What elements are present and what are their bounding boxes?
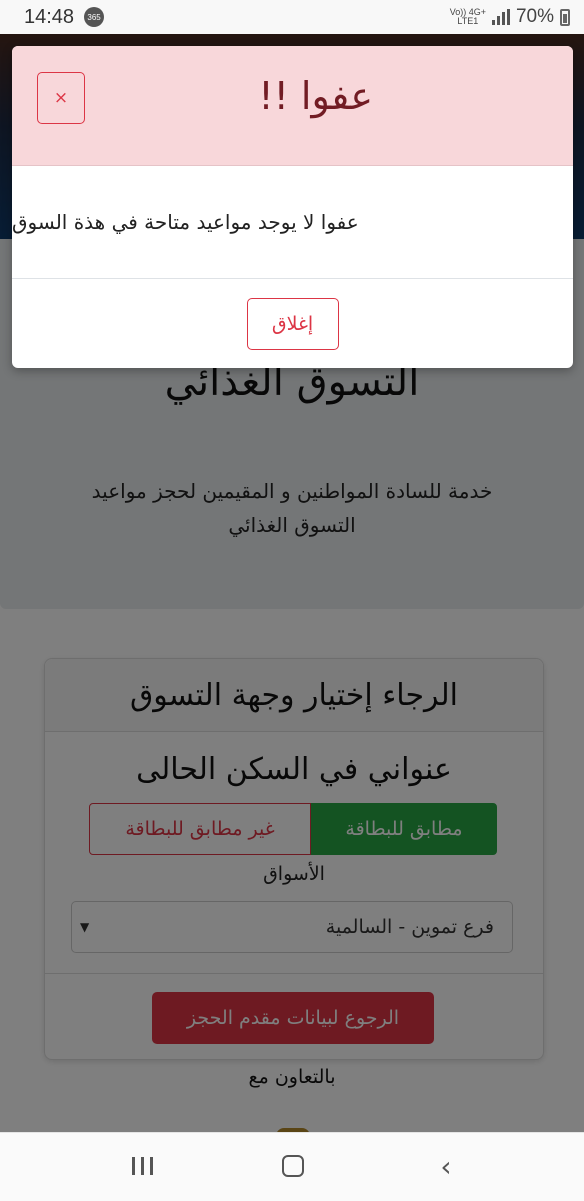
home-icon[interactable] [273, 1151, 313, 1181]
status-time: 14:48 [24, 5, 75, 28]
modal-body: عفوا لا يوجد مواعيد متاحة في هذة السوق [12, 166, 573, 279]
battery-percent: 70% [515, 6, 554, 27]
network-indicator: Vo)) 4G+ LTE1 [450, 8, 486, 26]
recent-apps-icon[interactable] [122, 1151, 162, 1181]
modal-title: عفوا !! [258, 74, 373, 118]
status-indicators: Vo)) 4G+ LTE1 70% [450, 6, 570, 28]
close-icon[interactable]: × [37, 72, 85, 124]
battery-icon [560, 8, 570, 26]
close-button[interactable]: إغلاق [246, 297, 339, 350]
network-type-bottom: LTE1 [457, 16, 479, 26]
back-icon[interactable]: ‹ [426, 1150, 466, 1183]
modal-message: عفوا لا يوجد مواعيد متاحة في هذة السوق [12, 210, 359, 234]
modal-header: عفوا !! × [12, 46, 573, 166]
alert-modal: عفوا !! × عفوا لا يوجد مواعيد متاحة في ه… [12, 46, 573, 368]
modal-footer: إغلاق [12, 279, 573, 368]
navigation-bar: ‹ [0, 1132, 584, 1201]
app-notification-icon: 365 [84, 7, 105, 27]
signal-icon [491, 9, 510, 25]
status-bar: 14:48 365 Vo)) 4G+ LTE1 70% [0, 0, 584, 34]
